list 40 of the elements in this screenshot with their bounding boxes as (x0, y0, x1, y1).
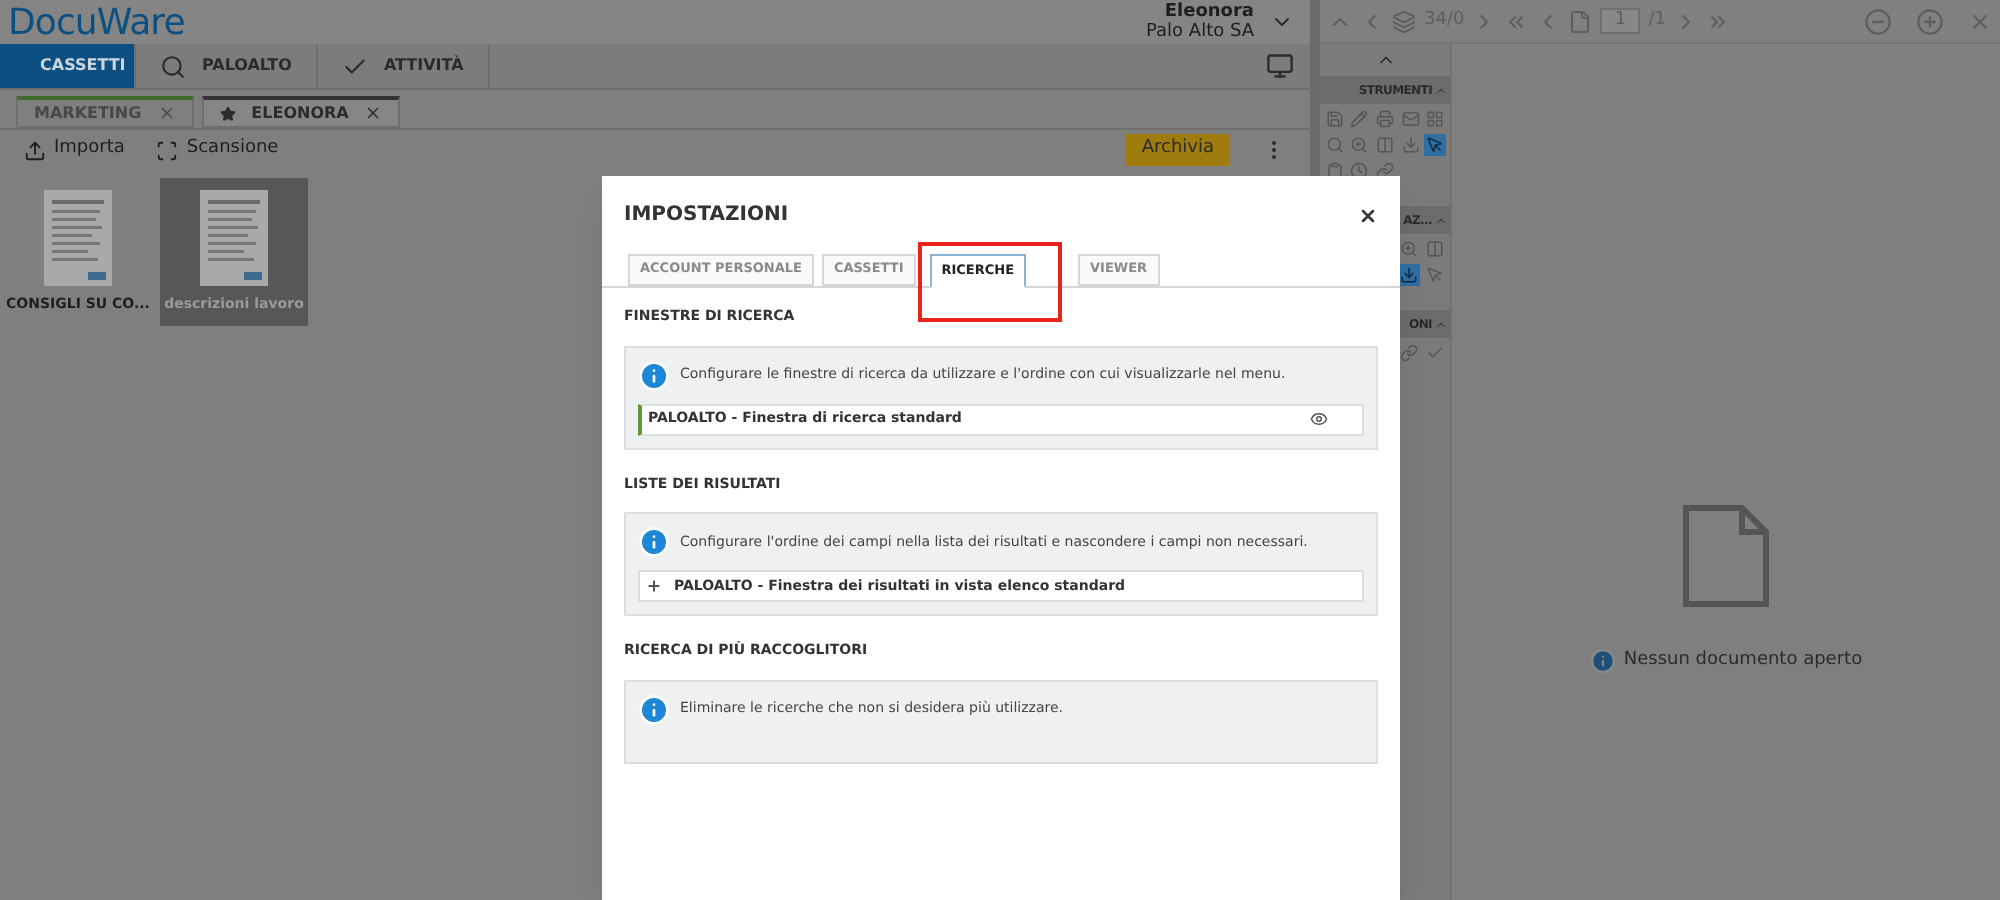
document-thumbnail (200, 189, 268, 286)
layers-icon[interactable] (1392, 9, 1416, 33)
logo: DocuWare (8, 0, 185, 47)
info-icon (638, 693, 670, 725)
plus-icon[interactable] (646, 578, 662, 594)
close-icon[interactable] (1358, 205, 1378, 225)
eye-icon[interactable] (1310, 410, 1328, 428)
info-icon (638, 526, 670, 558)
archive-button[interactable]: Archivia (1125, 134, 1230, 166)
empty-viewer-message: Nessun documento aperto (1623, 648, 1863, 674)
tool-button[interactable] (1374, 160, 1396, 182)
search-icon (160, 53, 186, 79)
nav-tab[interactable]: CASSETTI (0, 44, 136, 88)
user-name: Eleonora (1164, 2, 1254, 22)
monitor-icon[interactable] (1266, 52, 1294, 80)
zoom-out-icon[interactable] (1864, 7, 1892, 35)
toolbar-action[interactable]: Scansione (156, 136, 279, 164)
zoom-in-icon[interactable] (1916, 7, 1944, 35)
tool-button[interactable] (1398, 238, 1420, 260)
dialog-title: IMPOSTAZIONI (624, 202, 789, 230)
check-icon (341, 53, 368, 79)
company-name: Palo Alto SA (1146, 22, 1254, 42)
nav-tab[interactable]: ATTIVITÀ (317, 44, 490, 88)
nav-tab[interactable]: PALOALTO (136, 44, 318, 88)
document-thumbnail (44, 189, 112, 286)
toolbar-action[interactable]: Importa (24, 136, 125, 164)
empty-document-icon (1682, 504, 1770, 608)
page-icon (1568, 9, 1593, 33)
upload-icon (24, 139, 46, 161)
chevron-up-icon[interactable] (1434, 317, 1448, 331)
tool-button[interactable] (1398, 264, 1420, 286)
chevron-up-icon[interactable] (1434, 213, 1448, 227)
tool-button[interactable] (1348, 160, 1371, 182)
info-icon (1589, 648, 1616, 675)
tool-button[interactable] (1398, 342, 1420, 364)
info-icon (638, 359, 670, 391)
star-icon (219, 105, 236, 121)
cabinet-tab[interactable]: ELEONORA (201, 96, 401, 128)
scan-icon (156, 139, 179, 161)
chevron-up-icon[interactable] (1434, 83, 1448, 97)
